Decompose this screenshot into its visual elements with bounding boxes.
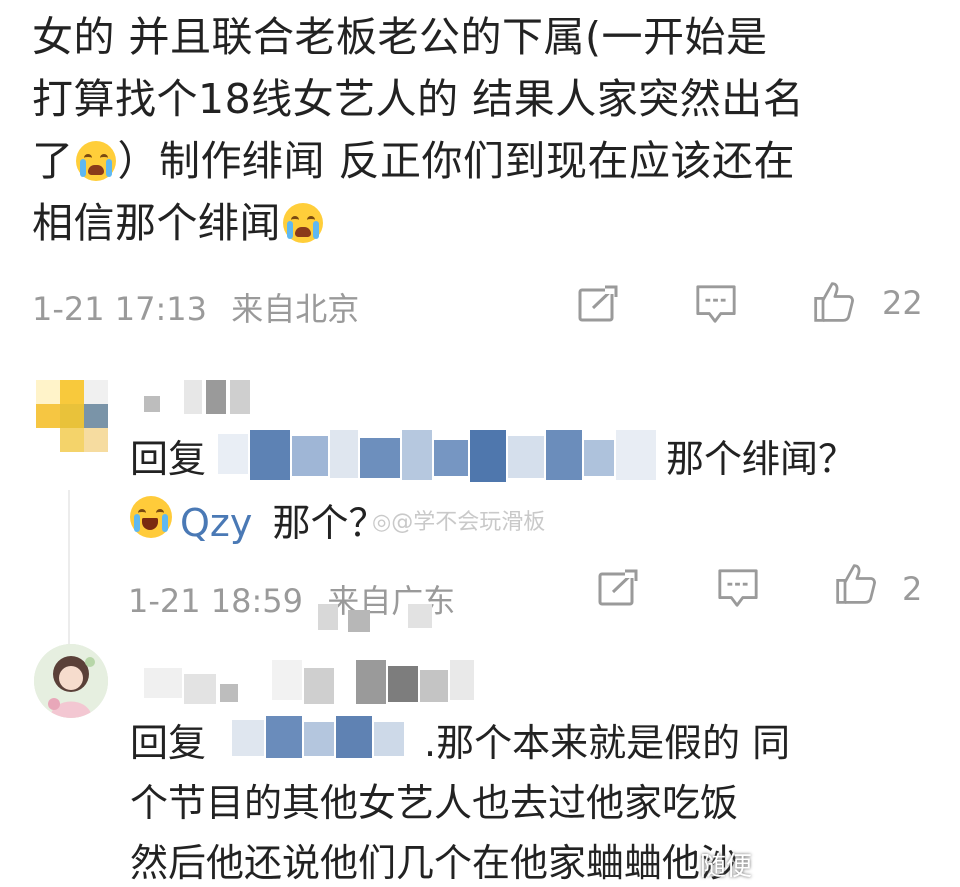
mention-blurred [232,716,422,760]
comment-line-4-text: 相信那个绯闻 [32,199,281,247]
corner-watermark: 随便 [700,852,753,882]
laughing-emoji-icon [128,496,174,538]
main-comment-text: 女的 并且联合老板老公的下属(一开始是 打算找个18线女艺人的 结果人家突然出名… [32,6,932,254]
comment-line-3: 了 ）制作绯闻 反正你们到现在应该还在 [32,130,932,192]
share-icon[interactable] [596,566,640,610]
username-blurred[interactable] [144,380,254,416]
crying-emoji-icon [283,203,323,243]
watermark-text: @学不会玩滑板 [391,510,546,535]
reply-prefix: 回复 [130,437,207,481]
like-count: 2 [902,570,923,608]
thumbs-up-icon[interactable] [834,562,878,606]
reply-line-3: 然后他还说他们几个在他家蛐蛐他沙 [130,841,739,885]
username-blurred[interactable] [144,660,474,706]
blurred-fragment [318,604,458,636]
comment-icon[interactable] [716,566,760,610]
comment-line-2: 打算找个18线女艺人的 结果人家突然出名 [32,75,805,123]
share-icon[interactable] [576,282,620,326]
reply-timestamp: 1-21 18:59 [128,582,304,620]
thread-line [68,490,70,650]
comment-icon[interactable] [694,282,738,326]
mention-link[interactable]: Qzy [180,501,252,545]
avatar[interactable] [34,644,108,718]
thumbs-up-icon[interactable] [812,280,856,324]
avatar[interactable] [36,380,108,452]
reply-suffix: 那个绯闻？ [666,437,857,481]
crying-emoji-icon [75,141,116,181]
comment-timestamp: 1-21 17:13 [32,290,208,328]
reply-body: Qzy 那个？ [180,492,386,547]
reply-line-1-suffix: .那个本来就是假的 同 [424,721,791,765]
reply-line-2: 个节目的其他女艺人也去过他家吃饭 [130,781,739,825]
reply-prefix: 回复 [130,721,207,765]
watermark: ◎@学不会玩滑板 [372,504,545,536]
weibo-logo-icon: ◎ [372,510,392,535]
comment-location: 来自北京 [231,290,360,328]
comment-line-3-post: ）制作绯闻 反正你们到现在应该还在 [117,137,796,185]
comment-meta: 1-21 17:13 来自北京 [32,284,359,330]
like-count: 22 [882,284,923,322]
mention-blurred [218,430,666,486]
comment-line-4: 相信那个绯闻 [32,192,932,254]
reply-text: 那个？ [272,501,387,545]
comment-line-1: 女的 并且联合老板老公的下属(一开始是 [32,13,768,61]
comment-line-3-pre: 了 [32,137,74,185]
